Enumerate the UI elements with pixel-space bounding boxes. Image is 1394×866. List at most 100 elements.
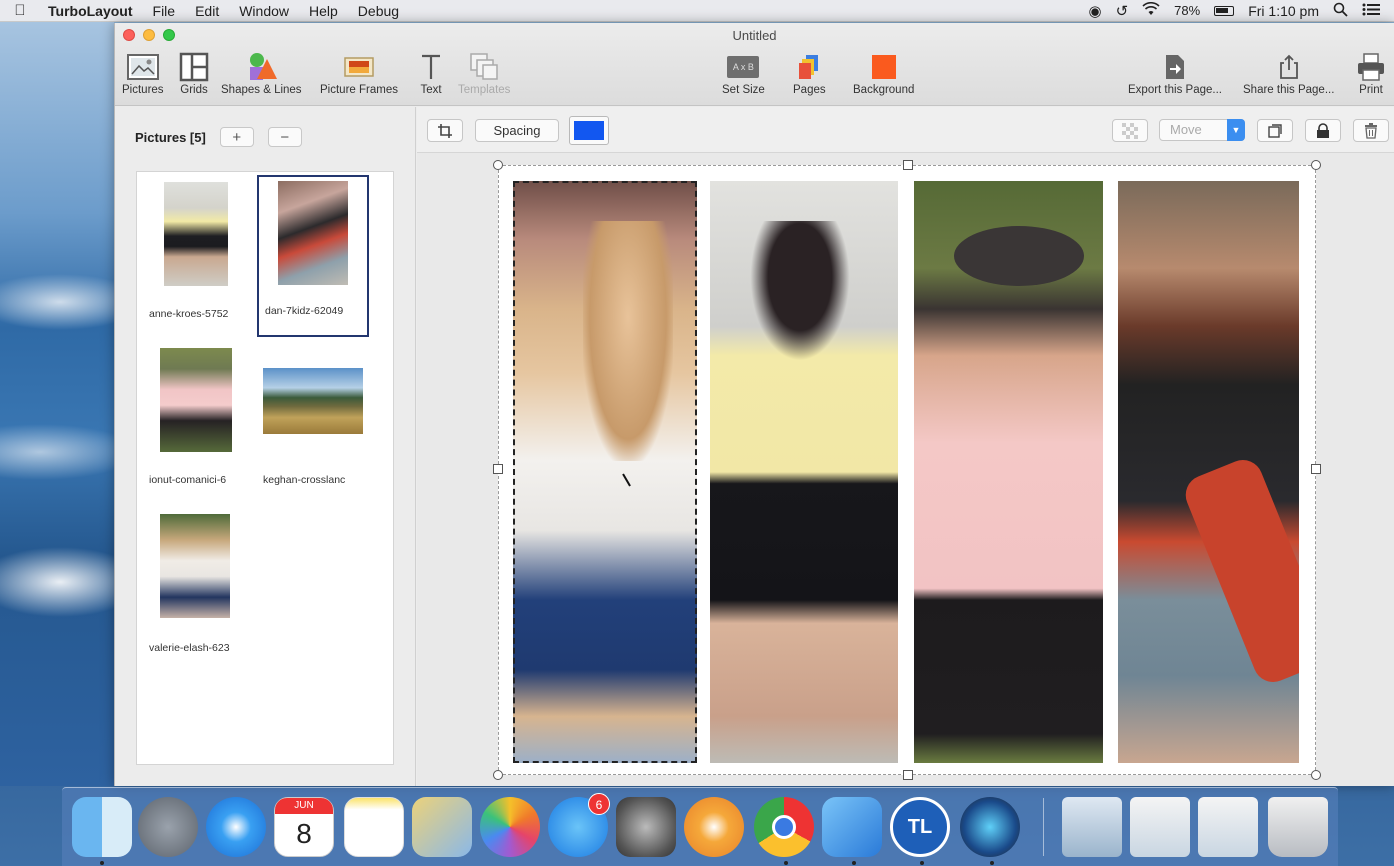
toolbar-share-button[interactable]: Share this Page... xyxy=(1243,50,1334,96)
photos-icon[interactable] xyxy=(480,797,540,857)
time-machine-icon[interactable]: ↺ xyxy=(1116,2,1129,20)
picture-thumbnail[interactable]: ionut-comanici-6 xyxy=(143,342,255,504)
app-store-icon[interactable]: 6 xyxy=(548,793,610,857)
clock[interactable]: Fri 1:10 pm xyxy=(1248,3,1319,19)
safari-icon[interactable] xyxy=(206,797,266,857)
picture-thumbnail-selected[interactable]: dan-7kidz-62049 xyxy=(257,175,369,337)
toolbar-background-button[interactable]: Background xyxy=(853,50,914,96)
transparency-button[interactable] xyxy=(1112,119,1148,142)
resize-handle-bottom-left[interactable] xyxy=(493,770,503,780)
picture-image xyxy=(160,348,232,452)
apple-menu-icon[interactable]:  xyxy=(0,2,40,19)
lock-icon xyxy=(1317,122,1329,138)
picture-image xyxy=(164,182,228,286)
mode-select[interactable]: Move ▼ xyxy=(1159,119,1245,141)
chrome-center xyxy=(772,815,796,839)
preview-icon[interactable] xyxy=(412,797,472,857)
pictures-count-title: Pictures [5] xyxy=(135,129,206,145)
toolbar-export-button[interactable]: Export this Page... xyxy=(1128,50,1222,96)
running-indicator xyxy=(852,861,856,865)
export-icon xyxy=(1164,50,1186,84)
finder-icon[interactable] xyxy=(72,797,132,857)
spotlight-icon[interactable] xyxy=(1333,2,1348,20)
picture-thumbnail[interactable]: keghan-crosslanc xyxy=(257,342,369,504)
toolbar-templates-label: Templates xyxy=(458,84,511,96)
add-picture-button[interactable]: + xyxy=(219,127,254,147)
system-preferences-icon[interactable] xyxy=(616,797,676,857)
launchpad-icon[interactable] xyxy=(138,797,198,857)
toolbar-text-button[interactable]: Text xyxy=(419,50,443,96)
trash-icon[interactable] xyxy=(1268,797,1328,857)
pages-icon xyxy=(797,50,821,84)
toolbar-set-size-button[interactable]: A x B Set Size xyxy=(722,50,765,96)
toolbar-frames-button[interactable]: Picture Frames xyxy=(320,50,398,96)
menu-bar:  TurboLayout File Edit Window Help Debu… xyxy=(0,0,1394,22)
mouse-cursor-icon xyxy=(622,469,638,487)
layout-photo-3[interactable] xyxy=(914,181,1103,763)
notification-center-icon[interactable] xyxy=(1362,3,1380,19)
spacing-color-swatch[interactable] xyxy=(569,116,609,145)
toolbar-pages-button[interactable]: Pages xyxy=(793,50,826,96)
grids-icon xyxy=(179,50,209,84)
toolbar-templates-button[interactable]: Templates xyxy=(458,50,510,96)
battery-percent: 78% xyxy=(1174,3,1201,18)
menu-help[interactable]: Help xyxy=(299,3,348,19)
toolbar-shapes-label: Shapes & Lines xyxy=(221,84,302,96)
layout-photo-1-selected[interactable] xyxy=(513,181,697,763)
lock-button[interactable] xyxy=(1305,119,1341,142)
picture-frames-icon xyxy=(344,50,374,84)
layout-page[interactable] xyxy=(493,160,1321,780)
turbolayout-icon[interactable]: TL xyxy=(890,797,950,857)
toolbar-print-button[interactable]: Print xyxy=(1356,50,1386,96)
wifi-icon[interactable] xyxy=(1142,2,1160,19)
layout-photo-4[interactable] xyxy=(1118,181,1299,763)
menu-file[interactable]: File xyxy=(143,3,186,19)
xcode-icon[interactable] xyxy=(822,797,882,857)
resize-handle-bottom-right[interactable] xyxy=(1311,770,1321,780)
calendar-icon[interactable]: JUN 8 xyxy=(274,797,334,857)
arrange-button[interactable] xyxy=(1257,119,1293,142)
toolbar-shapes-button[interactable]: Shapes & Lines xyxy=(221,50,302,96)
text-icon xyxy=(419,50,443,84)
crop-button[interactable] xyxy=(427,119,463,142)
menu-window[interactable]: Window xyxy=(229,3,299,19)
picture-image xyxy=(160,514,230,618)
screenshots-stack-icon[interactable] xyxy=(1198,797,1258,857)
menu-edit[interactable]: Edit xyxy=(185,3,229,19)
picture-caption: valerie-elash-623 xyxy=(149,642,230,654)
resize-handle-top[interactable] xyxy=(903,160,913,170)
dock-separator xyxy=(1043,798,1044,856)
battery-icon[interactable] xyxy=(1214,5,1235,16)
downloads-folder-icon[interactable] xyxy=(1062,797,1122,857)
chrome-icon[interactable] xyxy=(754,797,814,857)
quicktime-icon[interactable] xyxy=(960,797,1020,857)
resize-handle-bottom[interactable] xyxy=(903,770,913,780)
remove-picture-button[interactable]: − xyxy=(267,127,302,147)
layout-photo-2[interactable] xyxy=(710,181,898,763)
layer-icon xyxy=(1268,123,1282,138)
set-size-icon: A x B xyxy=(727,50,760,84)
resize-handle-top-left[interactable] xyxy=(493,160,503,170)
picture-image xyxy=(278,181,348,285)
app-menu[interactable]: TurboLayout xyxy=(40,3,143,19)
picture-thumbnail[interactable]: valerie-elash-623 xyxy=(143,510,255,672)
toolbar-pictures-button[interactable]: Pictures xyxy=(122,50,164,96)
background-color-icon xyxy=(871,50,897,84)
resize-handle-top-right[interactable] xyxy=(1311,160,1321,170)
resize-handle-left[interactable] xyxy=(493,464,503,474)
delete-button[interactable] xyxy=(1353,119,1389,142)
notes-icon[interactable] xyxy=(344,797,404,857)
record-icon[interactable]: ◉ xyxy=(1088,2,1101,20)
spacing-button[interactable]: Spacing xyxy=(475,119,559,142)
documents-stack-icon[interactable] xyxy=(1130,797,1190,857)
menu-debug[interactable]: Debug xyxy=(348,3,409,19)
share-icon xyxy=(1278,50,1300,84)
resize-handle-right[interactable] xyxy=(1311,464,1321,474)
toolbar-set-size-label: Set Size xyxy=(722,84,765,96)
ibooks-icon[interactable] xyxy=(684,797,744,857)
picture-image xyxy=(263,368,363,434)
picture-thumbnail[interactable]: anne-kroes-5752 xyxy=(143,176,255,338)
toolbar-grids-button[interactable]: Grids xyxy=(179,50,209,96)
pictures-sidebar: Pictures [5] + − anne-kroes-5752 dan-7ki… xyxy=(115,107,416,786)
crop-icon xyxy=(438,123,452,138)
